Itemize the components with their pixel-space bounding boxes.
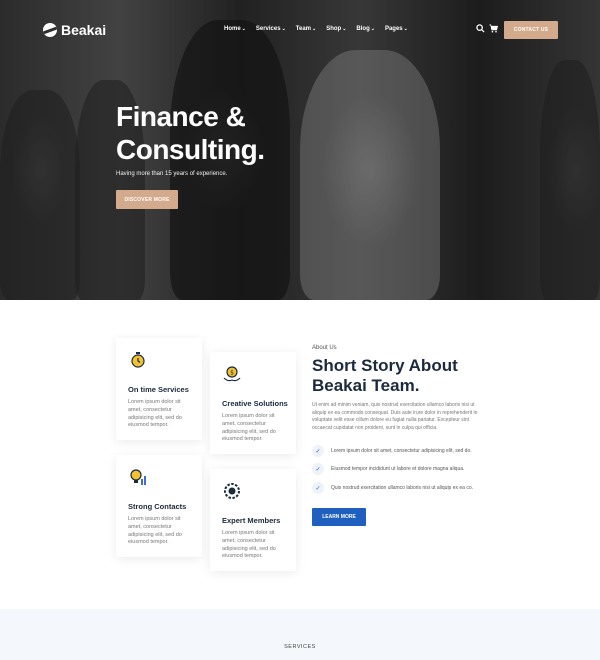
chevron-down-icon: ⌄ xyxy=(370,26,375,32)
hero-title-line: Finance & xyxy=(116,101,246,132)
feature-title: Expert Members xyxy=(222,516,281,525)
about-check-item: ✓ Quis nostrud exercitation ullamco labo… xyxy=(312,482,473,494)
chevron-down-icon: ⌄ xyxy=(241,26,246,32)
search-icon[interactable] xyxy=(476,24,485,33)
feature-body: Lorem ipsum dolor sit amet, consectetur … xyxy=(128,399,182,429)
menu-item-home[interactable]: Home⌄ xyxy=(224,26,246,32)
top-navigation: Beakai Home⌄ Services⌄ Team⌄ Shop⌄ Blog⌄… xyxy=(0,0,600,60)
feature-body: Lorem ipsum dolor sit amet, consectetur … xyxy=(128,516,182,546)
contact-us-button[interactable]: CONTACT US xyxy=(504,21,558,39)
feature-title: On time Services xyxy=(128,385,189,394)
clock-coin-icon xyxy=(131,352,145,368)
check-text: Quis nostrud exercitation ullamco labori… xyxy=(331,485,474,491)
feature-card-creative: $ Creative Solutions Lorem ipsum dolor s… xyxy=(210,352,296,454)
chevron-down-icon: ⌄ xyxy=(403,26,408,32)
feature-body: Lorem ipsum dolor sit amet, consectetur … xyxy=(222,413,276,443)
services-label: SERVICES xyxy=(284,644,316,650)
learn-more-button[interactable]: LEARN MORE xyxy=(312,508,366,526)
about-title: Short Story About Beakai Team. xyxy=(312,356,458,395)
feature-title: Creative Solutions xyxy=(222,399,288,408)
main-menu: Home⌄ Services⌄ Team⌄ Shop⌄ Blog⌄ Pages⌄ xyxy=(224,26,418,32)
logo-text: Beakai xyxy=(61,22,107,38)
services-section xyxy=(0,609,600,660)
check-text: Eiusmod tempor incididunt ut labore et d… xyxy=(331,466,465,472)
menu-item-pages[interactable]: Pages⌄ xyxy=(385,26,408,32)
about-body: Ut enim ad minim veniam, quis nostrud ex… xyxy=(312,402,478,431)
menu-item-shop[interactable]: Shop⌄ xyxy=(326,26,346,32)
feature-body: Lorem ipsum dolor sit amet, consectetur … xyxy=(222,530,276,560)
feature-card-on-time: On time Services Lorem ipsum dolor sit a… xyxy=(116,338,202,440)
hands-coin-icon: $ xyxy=(223,366,241,382)
gear-head-icon xyxy=(224,483,240,499)
discover-more-button[interactable]: DISCOVER MORE xyxy=(116,190,178,209)
hero-title-line: Consulting. xyxy=(116,134,265,165)
menu-item-blog[interactable]: Blog⌄ xyxy=(356,26,375,32)
chevron-down-icon: ⌄ xyxy=(281,26,286,32)
hero-title: Finance & Consulting. xyxy=(116,100,366,166)
check-icon: ✓ xyxy=(312,445,324,457)
about-label: About Us xyxy=(312,345,337,351)
menu-item-team[interactable]: Team⌄ xyxy=(296,26,316,32)
about-check-item: ✓ Lorem ipsum dolor sit amet, consectetu… xyxy=(312,445,472,457)
svg-text:$: $ xyxy=(230,370,234,377)
cart-icon[interactable] xyxy=(489,24,498,33)
menu-item-services[interactable]: Services⌄ xyxy=(256,26,286,32)
hero-section: Beakai Home⌄ Services⌄ Team⌄ Shop⌄ Blog⌄… xyxy=(0,0,600,300)
logo-mark-icon xyxy=(43,23,57,37)
hero-subtitle: Having more than 15 years of experience. xyxy=(116,171,228,177)
lightbulb-chart-icon xyxy=(130,469,146,485)
check-text: Lorem ipsum dolor sit amet, consectetur … xyxy=(331,448,472,454)
check-icon: ✓ xyxy=(312,482,324,494)
check-icon: ✓ xyxy=(312,463,324,475)
logo[interactable]: Beakai xyxy=(43,22,106,38)
feature-card-experts: Expert Members Lorem ipsum dolor sit ame… xyxy=(210,469,296,571)
chevron-down-icon: ⌄ xyxy=(342,26,347,32)
chevron-down-icon: ⌄ xyxy=(312,26,317,32)
feature-title: Strong Contacts xyxy=(128,502,187,511)
about-check-item: ✓ Eiusmod tempor incididunt ut labore et… xyxy=(312,463,464,475)
feature-card-contacts: Strong Contacts Lorem ipsum dolor sit am… xyxy=(116,455,202,557)
